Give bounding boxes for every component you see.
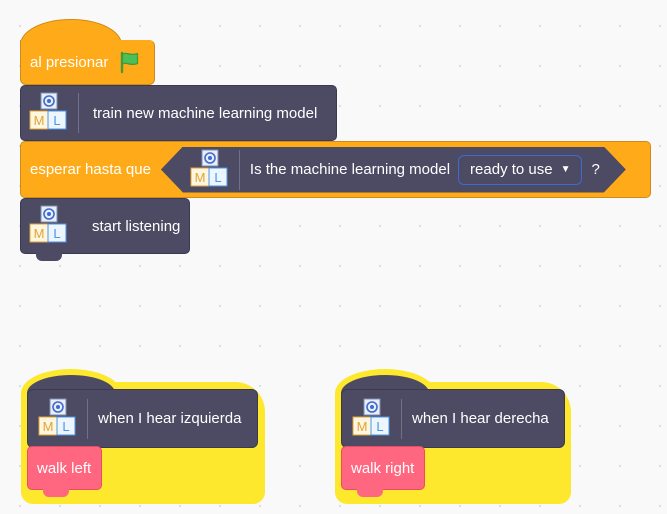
when-i-hear-label: when I hear derecha (412, 410, 549, 427)
svg-text:M: M (357, 419, 368, 434)
ml-extension-icon: M L (28, 205, 68, 247)
ml-extension-icon: M L (37, 398, 77, 440)
model-ready-label: Is the machine learning model (249, 161, 451, 178)
ml-extension-icon: M L (351, 398, 391, 440)
when-flag-clicked-block[interactable]: al presionar (20, 40, 155, 85)
start-listening-block[interactable]: M L start listening (20, 198, 190, 254)
wait-until-block[interactable]: esperar hasta que M L Is the machine lea… (20, 141, 651, 198)
ml-extension-icon: M L (28, 92, 68, 134)
svg-text:M: M (195, 170, 206, 185)
walk-right-label: walk right (351, 459, 415, 477)
when-i-hear-label: when I hear izquierda (98, 410, 242, 427)
question-mark-label: ? (591, 161, 600, 178)
dropdown-arrow-icon: ▼ (560, 164, 571, 175)
block-separator (87, 398, 88, 439)
block-bottom-notch (36, 253, 62, 261)
block-separator (78, 93, 79, 133)
wait-until-label: esperar hasta que (30, 161, 151, 178)
train-model-block[interactable]: M L train new machine learning model (20, 85, 337, 141)
block-separator (239, 150, 240, 190)
walk-left-label: walk left (37, 459, 92, 477)
start-listening-label: start listening (92, 217, 181, 235)
when-i-hear-derecha-block[interactable]: M L when I hear derecha (341, 389, 565, 448)
svg-text:M: M (43, 419, 54, 434)
event-hat-label: al presionar (30, 53, 109, 71)
walk-left-block[interactable]: walk left (27, 446, 103, 490)
svg-text:L: L (376, 419, 383, 434)
scratch-workspace[interactable]: al presionar M L train new machine learn… (0, 0, 667, 514)
block-bottom-notch (43, 489, 69, 497)
svg-text:L: L (53, 113, 60, 128)
green-flag-icon (118, 50, 142, 74)
svg-text:L: L (214, 170, 221, 185)
model-status-value: ready to use (470, 161, 553, 178)
model-ready-reporter[interactable]: M L Is the machine learning model ready … (161, 147, 626, 193)
svg-text:L: L (53, 226, 60, 241)
train-model-label: train new machine learning model (93, 104, 318, 122)
block-bottom-notch (357, 489, 383, 497)
model-status-dropdown[interactable]: ready to use ▼ (458, 155, 581, 185)
svg-text:M: M (34, 226, 45, 241)
block-separator (401, 398, 402, 439)
walk-right-block[interactable]: walk right (341, 446, 426, 490)
ml-extension-icon: M L (189, 149, 229, 191)
svg-text:M: M (34, 113, 45, 128)
when-i-hear-izquierda-block[interactable]: M L when I hear izquierda (27, 389, 258, 448)
svg-text:L: L (62, 419, 69, 434)
